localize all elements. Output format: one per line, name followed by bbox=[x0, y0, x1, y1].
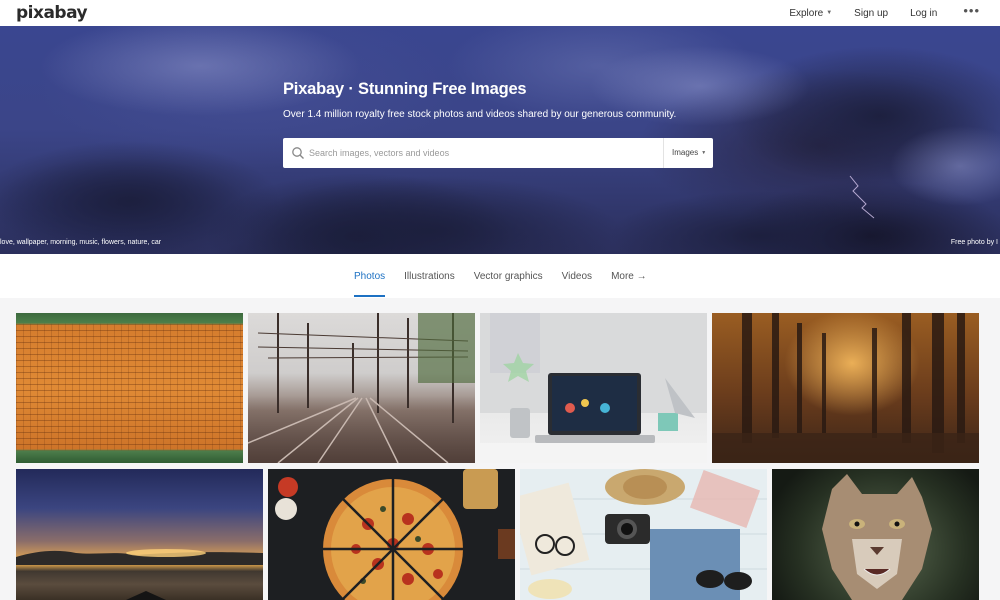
search-divider bbox=[663, 138, 664, 168]
search-bar: Images ▼ bbox=[283, 138, 713, 168]
chevron-down-icon: ▼ bbox=[826, 10, 833, 16]
popular-tags[interactable]: love, wallpaper, morning, music, flowers… bbox=[0, 239, 161, 246]
gallery-image-cougar[interactable] bbox=[772, 469, 979, 600]
hero-subtitle: Over 1.4 million royalty free stock phot… bbox=[283, 109, 677, 120]
gallery-image-sunset-lake[interactable] bbox=[16, 469, 263, 600]
travel-illustration bbox=[520, 469, 767, 600]
tab-more[interactable]: More → bbox=[611, 254, 647, 298]
sign-up-link[interactable]: Sign up bbox=[854, 8, 888, 19]
explore-label: Explore bbox=[789, 7, 824, 19]
sunset-illustration bbox=[16, 549, 263, 600]
gallery-image-roof-tiles[interactable] bbox=[16, 313, 243, 463]
media-type-tabs-bar: Photos Illustrations Vector graphics Vid… bbox=[0, 254, 1000, 298]
tab-videos[interactable]: Videos bbox=[562, 254, 592, 298]
tab-vector-graphics[interactable]: Vector graphics bbox=[474, 254, 543, 298]
forest-illustration bbox=[712, 313, 979, 463]
laptop-illustration bbox=[480, 313, 707, 463]
railway-illustration bbox=[248, 313, 475, 463]
gallery-image-railway-tracks[interactable] bbox=[248, 313, 475, 463]
search-icon[interactable] bbox=[291, 146, 305, 160]
hero-banner: Pixabay · Stunning Free Images Over 1.4 … bbox=[0, 26, 1000, 254]
search-type-dropdown[interactable]: Images ▼ bbox=[672, 148, 706, 157]
explore-menu[interactable]: Explore ▼ bbox=[789, 8, 832, 19]
gallery-image-travel-flatlay[interactable] bbox=[520, 469, 767, 600]
tab-illustrations[interactable]: Illustrations bbox=[404, 254, 455, 298]
gallery-image-laptop-desk[interactable] bbox=[480, 313, 707, 463]
more-horizontal-icon[interactable]: ••• bbox=[963, 4, 980, 20]
chevron-down-icon: ▼ bbox=[701, 149, 707, 156]
search-input[interactable] bbox=[309, 145, 659, 161]
hero-title: Pixabay · Stunning Free Images bbox=[283, 80, 527, 98]
cougar-illustration bbox=[822, 474, 932, 600]
media-type-tabs: Photos Illustrations Vector graphics Vid… bbox=[354, 254, 666, 298]
gallery-image-foggy-forest[interactable] bbox=[712, 313, 979, 463]
top-navigation-bar: pixabay Explore ▼ Sign up Log in ••• bbox=[0, 0, 1000, 26]
photo-credit[interactable]: Free photo by I bbox=[951, 239, 998, 246]
pizza-illustration bbox=[275, 469, 515, 600]
search-type-label: Images bbox=[672, 148, 699, 157]
header-nav: Explore ▼ Sign up Log in ••• bbox=[767, 0, 980, 26]
gallery-image-pizza[interactable] bbox=[268, 469, 515, 600]
log-in-link[interactable]: Log in bbox=[910, 8, 937, 19]
pixabay-logo[interactable]: pixabay bbox=[16, 3, 88, 23]
tab-photos[interactable]: Photos bbox=[354, 254, 386, 298]
